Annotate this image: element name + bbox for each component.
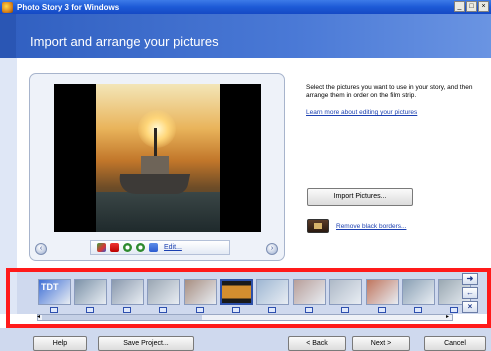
learn-more-link[interactable]: Learn more about editing your pictures [306, 109, 417, 116]
next-button[interactable]: Next > [352, 336, 410, 351]
sun-glow [138, 110, 176, 148]
instructions-text: Select the pictures you want to use in y… [306, 84, 473, 99]
boat-cabin [141, 156, 169, 176]
auto-correct-icon[interactable] [97, 243, 106, 252]
cancel-button[interactable]: Cancel [424, 336, 486, 351]
remove-black-borders-link[interactable]: Remove black borders... [336, 223, 406, 230]
window-title: Photo Story 3 for Windows [17, 2, 120, 12]
rotate-left-icon[interactable] [123, 243, 132, 252]
next-picture-button[interactable]: › [266, 243, 278, 255]
edit-toolbar: Edit... [90, 240, 230, 255]
remove-borders-icon[interactable] [307, 219, 329, 233]
page-title: Import and arrange your pictures [30, 34, 219, 49]
window-titlebar: Photo Story 3 for Windows _ □ × [0, 0, 491, 14]
close-window-button[interactable]: × [478, 1, 489, 12]
help-button[interactable]: Help [33, 336, 87, 351]
photo-story-app-icon [2, 1, 13, 13]
sea-water [96, 192, 220, 232]
highlight-box [6, 268, 491, 328]
import-pictures-button[interactable]: Import Pictures... [307, 188, 413, 206]
boat-hull [115, 174, 191, 194]
preview-image [96, 84, 220, 232]
window-controls: _ □ × [454, 1, 489, 12]
edit-icon[interactable] [149, 243, 158, 252]
boat-mast [154, 128, 157, 158]
back-button[interactable]: < Back [288, 336, 346, 351]
save-project-button[interactable]: Save Project... [98, 336, 194, 351]
minimize-button[interactable]: _ [454, 1, 465, 12]
rotate-right-icon[interactable] [136, 243, 145, 252]
previous-picture-button[interactable]: ‹ [35, 243, 47, 255]
edit-link[interactable]: Edit... [164, 244, 182, 251]
maximize-button[interactable]: □ [466, 1, 477, 12]
red-eye-icon[interactable] [110, 243, 119, 252]
header-accent-strip [0, 14, 16, 58]
